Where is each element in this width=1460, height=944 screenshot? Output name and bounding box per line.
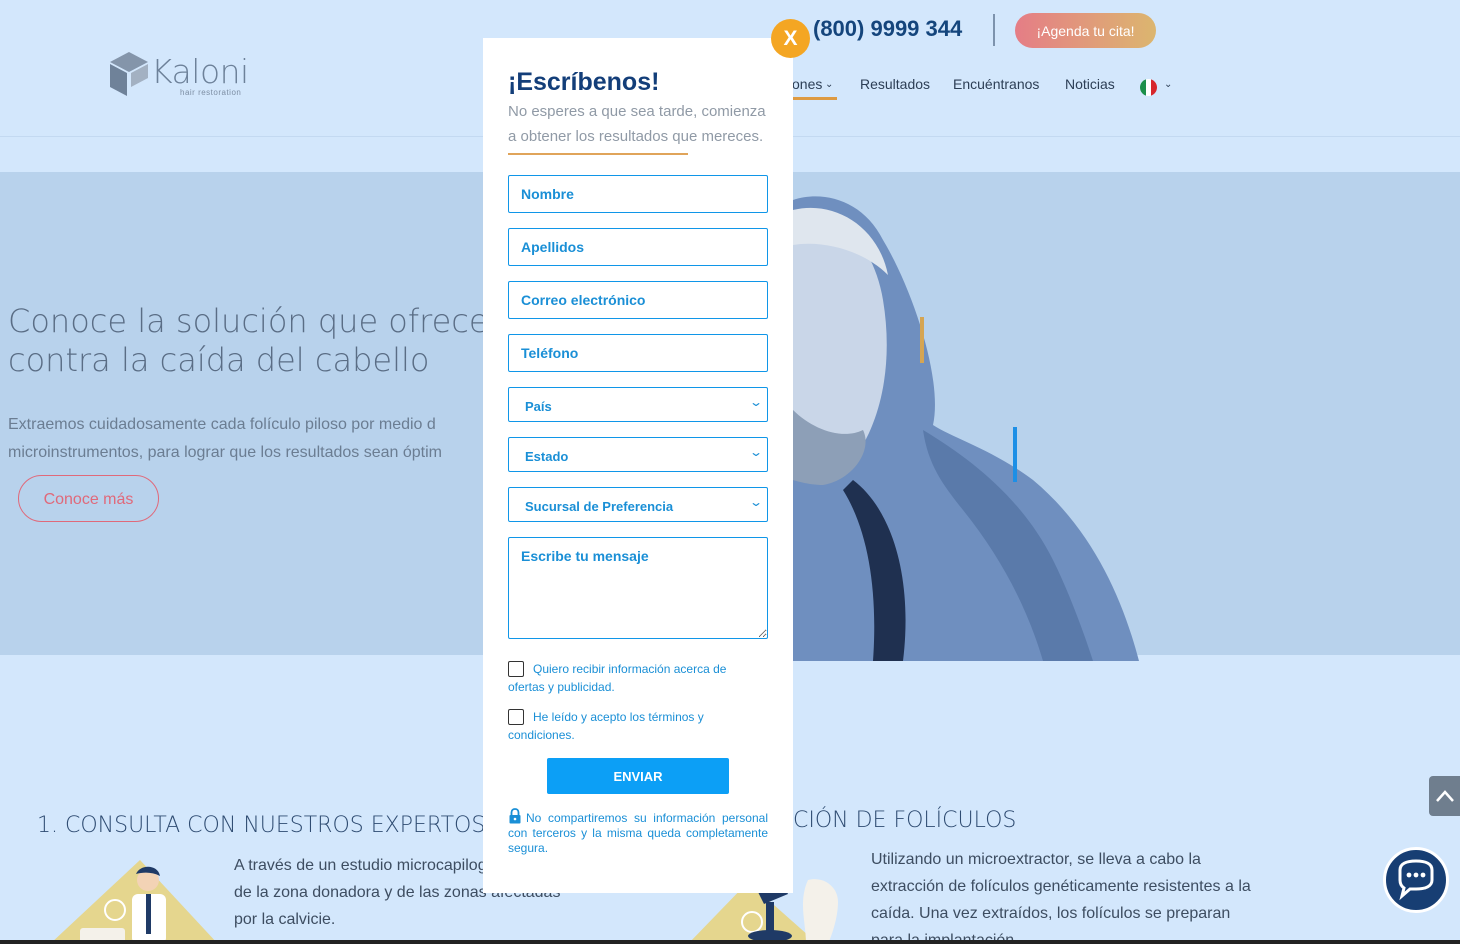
- step-1-title: 1. CONSULTA CON NUESTROS EXPERTOS: [37, 813, 486, 838]
- hero-title-line-1: Conoce la solución que ofrece: [8, 302, 488, 340]
- decorative-gold-line: [920, 317, 924, 363]
- chevron-down-icon: ⌄: [748, 395, 764, 409]
- step-2-title: CIÓN DE FOLÍCULOS: [793, 808, 1017, 833]
- state-select[interactable]: Estado ⌄: [508, 437, 768, 472]
- terms-consent-label: He leído y acepto los términos y condici…: [508, 710, 704, 742]
- chevron-down-icon[interactable]: ⌄: [825, 79, 833, 90]
- country-select[interactable]: País ⌄: [508, 387, 768, 422]
- logo-tagline: hair restoration: [180, 88, 242, 97]
- nav-item-locations[interactable]: Encuéntranos: [953, 76, 1039, 92]
- step-2-description: Utilizando un microextractor, se lleva a…: [871, 851, 1251, 944]
- scroll-to-top-button[interactable]: [1429, 776, 1460, 816]
- hero-text-line-2: microinstrumentos, para lograr que los r…: [8, 444, 442, 461]
- offers-checkbox[interactable]: [508, 661, 524, 677]
- chevron-down-icon: ⌄: [748, 445, 764, 459]
- logo-wordmark: Kaloni: [151, 52, 249, 91]
- country-select-value: País: [525, 399, 552, 414]
- logo-cube-icon: [110, 52, 148, 96]
- submit-button[interactable]: ENVIAR: [547, 758, 729, 794]
- hero-title: Conoce la solución que ofrece contra la …: [8, 302, 488, 380]
- mexico-flag-icon[interactable]: [1140, 79, 1157, 96]
- message-textarea[interactable]: [508, 537, 768, 639]
- nav-item-news[interactable]: Noticias: [1065, 76, 1115, 92]
- hero-man-photo: [793, 180, 1153, 661]
- book-appointment-button[interactable]: ¡Agenda tu cita!: [1015, 13, 1156, 48]
- offers-consent-row[interactable]: Quiero recibir información acerca de ofe…: [508, 660, 748, 696]
- chevron-down-icon: ⌄: [748, 495, 764, 509]
- language-chevron-down-icon[interactable]: ⌄: [1164, 79, 1172, 90]
- hero-title-line-2: contra la caída del cabello: [8, 341, 430, 379]
- branch-select-value: Sucursal de Preferencia: [525, 499, 674, 514]
- consultation-illustration: [50, 860, 218, 944]
- contact-modal: ¡Escríbenos! No esperes a que sea tarde,…: [483, 38, 793, 893]
- decorative-blue-line: [1013, 427, 1017, 482]
- nav-item-results[interactable]: Resultados: [860, 76, 930, 92]
- modal-title: ¡Escríbenos!: [508, 68, 660, 96]
- chat-bubble-icon: [1398, 859, 1434, 901]
- phone-input[interactable]: [508, 334, 768, 372]
- scroll-top-icon: [1436, 790, 1454, 802]
- hero-description: Extraemos cuidadosamente cada folículo p…: [8, 411, 484, 467]
- lock-icon: [509, 808, 521, 824]
- branch-select[interactable]: Sucursal de Preferencia ⌄: [508, 487, 768, 522]
- kaloni-logo[interactable]: Kaloni hair restoration: [108, 48, 258, 100]
- phone-number[interactable]: (800) 9999 344: [813, 16, 962, 42]
- state-select-value: Estado: [525, 449, 569, 464]
- close-modal-button[interactable]: X: [771, 19, 810, 58]
- offers-consent-label: Quiero recibir información acerca de ofe…: [508, 662, 727, 694]
- nav-active-underline: [788, 97, 837, 100]
- browser-bottom-edge: [0, 940, 1460, 944]
- first-name-input[interactable]: [508, 175, 768, 213]
- privacy-text: No compartiremos su información personal…: [508, 811, 768, 855]
- email-input[interactable]: [508, 281, 768, 319]
- terms-checkbox[interactable]: [508, 709, 524, 725]
- hero-text-line-1: Extraemos cuidadosamente cada folículo p…: [8, 416, 436, 433]
- learn-more-button[interactable]: Conoce más: [18, 475, 159, 522]
- modal-title-underline: [508, 153, 688, 155]
- modal-subtitle: No esperes a que sea tarde, comienza a o…: [508, 103, 766, 145]
- chat-widget-button[interactable]: [1383, 847, 1449, 913]
- nav-item-services[interactable]: ones: [792, 76, 822, 92]
- last-name-input[interactable]: [508, 228, 768, 266]
- header-divider: [993, 14, 995, 46]
- privacy-note: No compartiremos su información personal…: [508, 808, 768, 856]
- terms-consent-row[interactable]: He leído y acepto los términos y condici…: [508, 708, 748, 744]
